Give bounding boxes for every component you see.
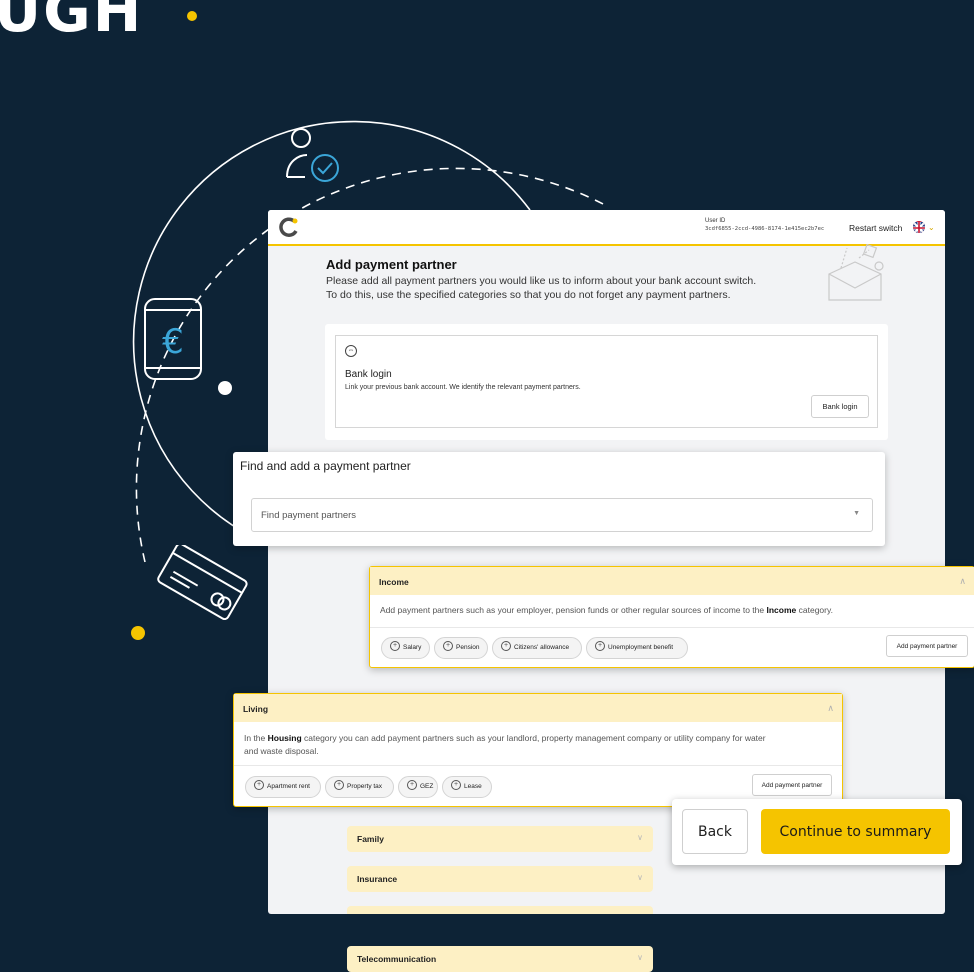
navigation-panel: Back Continue to summary	[672, 799, 962, 865]
plus-circle-icon: +	[334, 780, 344, 791]
bank-login-button[interactable]: Bank login	[811, 395, 869, 418]
category-telecommunication[interactable]: Telecommunication ∨	[347, 946, 653, 972]
find-partner-panel: Find and add a payment partner Find paym…	[233, 452, 885, 546]
income-header[interactable]: Income ∧	[370, 567, 974, 595]
bank-login-section: ⇔ Bank login Link your previous bank acc…	[325, 324, 888, 440]
chevron-down-icon: ∨	[637, 833, 643, 842]
chip-salary[interactable]: + Salary	[381, 637, 430, 659]
back-button[interactable]: Back	[682, 809, 748, 854]
envelope-illustration-icon	[828, 244, 884, 301]
living-description-line-1: In the Housing category you can add paym…	[244, 733, 766, 743]
user-id-value: 3cdf6855-2ccd-4986-8174-1e415ec2b7ec	[705, 226, 825, 232]
plus-circle-icon: +	[443, 641, 453, 652]
brand-logo-icon	[279, 217, 298, 237]
plus-circle-icon: +	[407, 780, 417, 791]
bank-login-card: ⇔ Bank login Link your previous bank acc…	[335, 335, 878, 428]
white-dot	[218, 381, 232, 395]
payment-card-icon	[157, 545, 248, 620]
svg-text:€: €	[162, 322, 184, 362]
user-id-label: User ID	[705, 218, 726, 224]
chevron-up-icon[interactable]: ∧	[959, 576, 966, 587]
user-check-icon	[286, 128, 339, 182]
chevron-down-icon: ∨	[637, 873, 643, 882]
chip-unemployment-benefit[interactable]: + Unemployment benefit	[586, 637, 688, 659]
living-description-line-2: and waste disposal.	[244, 746, 319, 756]
bank-login-description: Link your previous bank account. We iden…	[345, 384, 581, 391]
find-partner-title: Find and add a payment partner	[240, 459, 411, 473]
chip-lease[interactable]: + Lease	[442, 776, 492, 798]
income-title: Income	[379, 577, 409, 587]
continue-to-summary-button[interactable]: Continue to summary	[761, 809, 950, 854]
chevron-down-icon: ∨	[637, 913, 643, 914]
plus-circle-icon: +	[451, 780, 461, 791]
yellow-dot	[131, 626, 145, 640]
income-description: Add payment partners such as your employ…	[380, 605, 833, 615]
plus-circle-icon: +	[595, 641, 605, 652]
page-title: Add payment partner	[326, 257, 457, 272]
category-label: Family	[357, 834, 384, 844]
plus-circle-icon: +	[254, 780, 264, 791]
top-bar: User ID 3cdf6855-2ccd-4986-8174-1e415ec2…	[268, 210, 945, 246]
category-family[interactable]: Family ∨	[347, 826, 653, 852]
restart-switch-link[interactable]: Restart switch	[849, 223, 902, 233]
chip-citizens-allowance[interactable]: + Citizens' allowance	[492, 637, 582, 659]
bank-link-icon: ⇔	[345, 345, 357, 357]
chip-gez[interactable]: + GEZ	[398, 776, 438, 798]
chip-pension[interactable]: + Pension	[434, 637, 488, 659]
intro-text-line-1: Please add all payment partners you woul…	[326, 275, 757, 287]
euro-phone-icon: €	[144, 298, 202, 380]
language-chevron-icon[interactable]: ⌄	[928, 223, 935, 232]
chip-apartment-rent[interactable]: + Apartment rent	[245, 776, 321, 798]
living-header[interactable]: Living ∧	[234, 694, 842, 722]
plus-circle-icon: +	[390, 641, 400, 652]
income-category-panel: Income ∧ Add payment partners such as yo…	[369, 566, 974, 668]
dropdown-caret-icon[interactable]: ▼	[853, 510, 860, 517]
chip-property-tax[interactable]: + Property tax	[325, 776, 394, 798]
find-partner-placeholder: Find payment partners	[261, 510, 357, 521]
chevron-down-icon: ∨	[637, 953, 643, 962]
category-mobility[interactable]: mobility ∨	[347, 906, 653, 914]
income-add-partner-button[interactable]: Add payment partner	[886, 635, 968, 657]
living-add-partner-button[interactable]: Add payment partner	[752, 774, 832, 796]
category-insurance[interactable]: Insurance ∨	[347, 866, 653, 892]
uk-flag-icon[interactable]	[913, 221, 925, 233]
category-label: Insurance	[357, 874, 398, 884]
bank-login-title: Bank login	[345, 369, 392, 380]
chevron-up-icon[interactable]: ∧	[827, 703, 834, 714]
living-category-panel: Living ∧ In the Housing category you can…	[233, 693, 843, 807]
intro-text-line-2: To do this, use the specified categories…	[326, 289, 731, 301]
find-partner-input[interactable]: Find payment partners ▼	[251, 498, 873, 532]
living-title: Living	[243, 704, 269, 714]
plus-circle-icon: +	[501, 641, 511, 652]
category-label: Telecommunication	[357, 954, 437, 964]
